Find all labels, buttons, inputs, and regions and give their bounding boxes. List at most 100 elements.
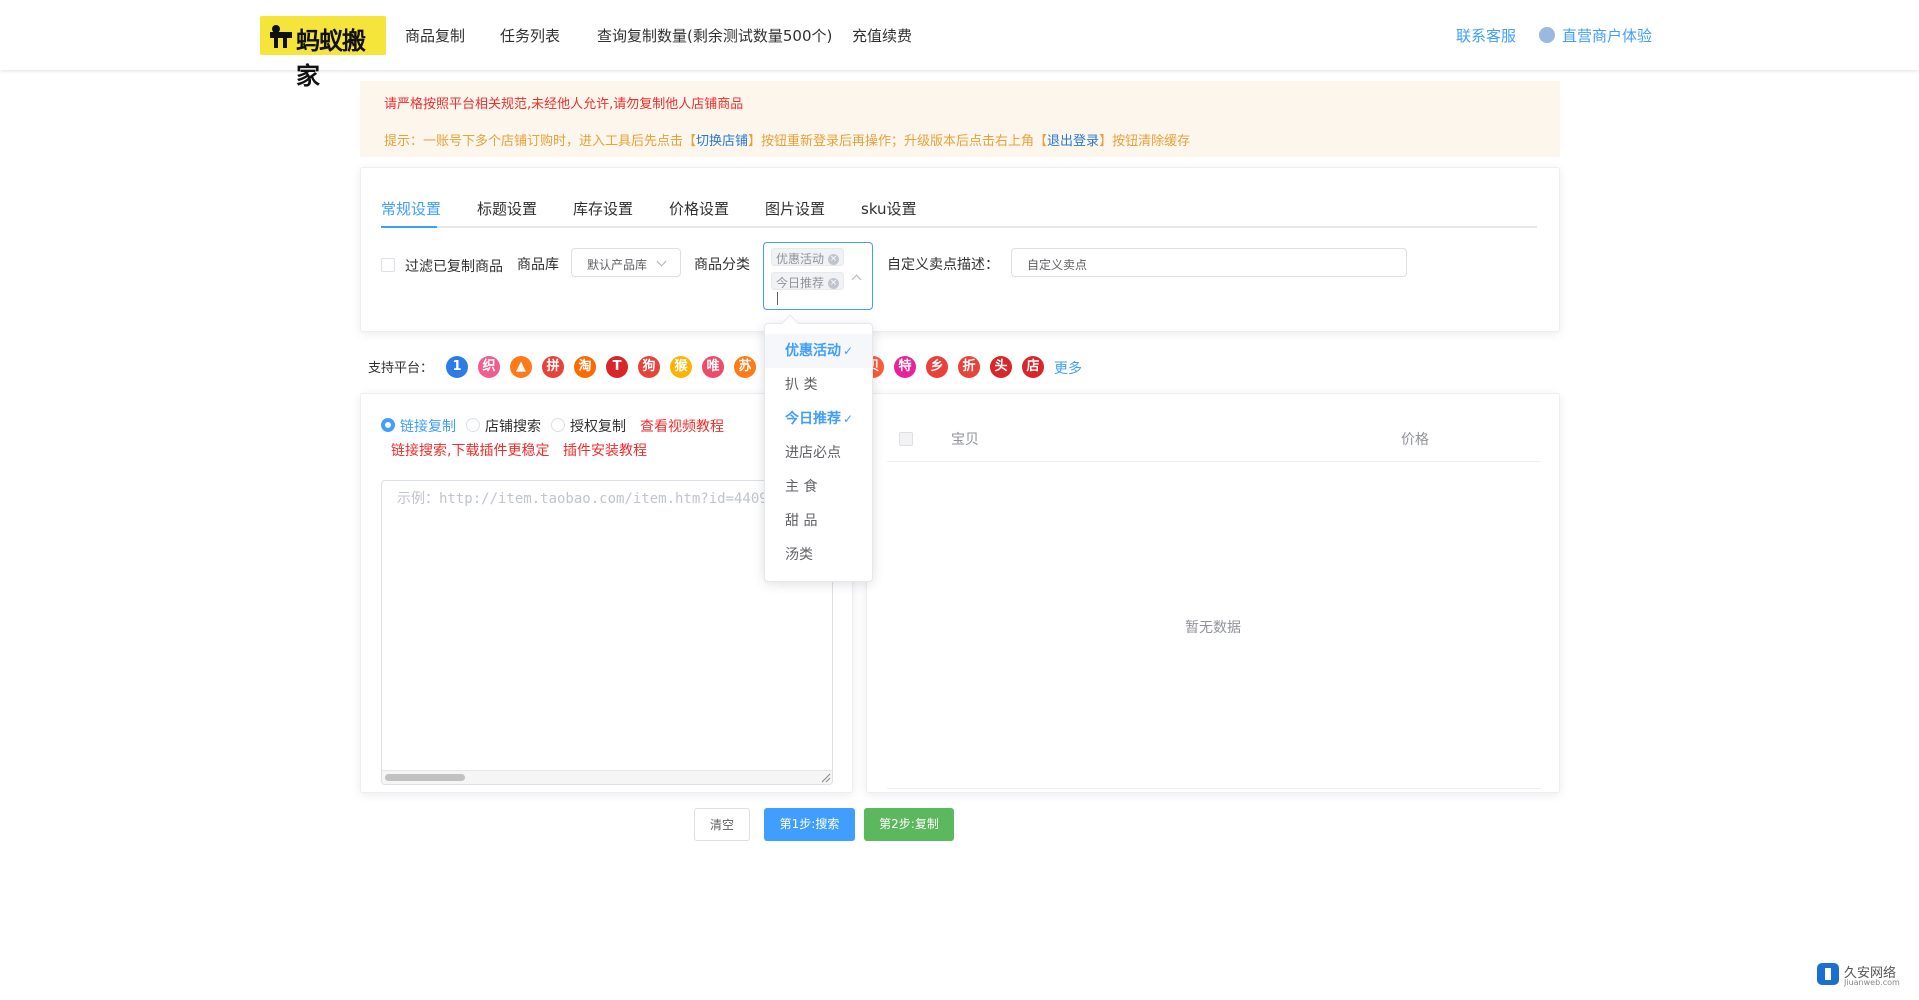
user-name-link[interactable]: 直营商户体验 — [1562, 25, 1652, 46]
dropdown-option[interactable]: 今日推荐 ✓ — [765, 402, 872, 436]
select-all-checkbox[interactable] — [899, 432, 913, 446]
filter-copied-checkbox[interactable] — [381, 258, 395, 272]
search-button[interactable]: 第1步:搜索 — [764, 808, 855, 841]
flame-icon[interactable]: ▲ — [510, 356, 532, 378]
dropdown-option-label: 主 食 — [785, 479, 818, 495]
watermark-url: Jiuanweb.com — [1844, 978, 1900, 987]
watermark-logo-icon — [1817, 963, 1839, 985]
1688-icon[interactable]: 1 — [446, 356, 468, 378]
selling-point-value: 自定义卖点 — [1027, 258, 1088, 272]
platforms-label: 支持平台： — [368, 361, 434, 376]
tmall-icon[interactable]: T — [606, 356, 628, 378]
category-tag: 优惠活动 × — [771, 248, 845, 266]
tab-general[interactable]: 常规设置 — [381, 198, 441, 219]
xiang-icon[interactable]: 乡 — [926, 356, 948, 378]
clear-button[interactable]: 清空 — [694, 808, 750, 841]
dropdown-option[interactable]: 主 食 — [765, 470, 872, 504]
check-icon: ✓ — [843, 344, 854, 358]
selling-point-label: 自定义卖点描述： — [887, 257, 999, 273]
nav-query-count[interactable]: 查询复制数量(剩余测试数量500个) — [597, 25, 832, 46]
tab-image[interactable]: 图片设置 — [765, 198, 825, 219]
dropdown-option[interactable]: 甜 品 — [765, 504, 872, 538]
library-label: 商品库 — [517, 257, 559, 273]
logout-link[interactable]: 退出登录 — [1047, 134, 1099, 149]
category-tag: 今日推荐 × — [771, 272, 845, 290]
settings-tabs: 常规设置 标题设置 库存设置 价格设置 图片设置 sku设置 — [381, 198, 1537, 228]
tag-close-icon[interactable]: × — [828, 278, 840, 289]
suning-icon[interactable]: 苏 — [734, 356, 756, 378]
tab-sku[interactable]: sku设置 — [861, 198, 917, 219]
top-navbar: 蚂蚁搬家 商品复制 任务列表 查询复制数量(剩余测试数量500个) 充值续费 联… — [0, 0, 1919, 90]
dropdown-option[interactable]: 汤类 — [765, 538, 872, 572]
mode-link-copy-radio[interactable] — [381, 418, 395, 432]
tag-close-icon[interactable]: × — [828, 254, 840, 265]
horizontal-scrollbar[interactable] — [382, 770, 832, 784]
dropdown-option[interactable]: 进店必点 — [765, 436, 872, 470]
check-icon: ✓ — [843, 412, 854, 426]
notice-rule-text: 请严格按照平台相关规范,未经他人允许,请勿复制他人店铺商品 — [384, 97, 744, 112]
ant-logo-icon — [270, 25, 292, 48]
nav-copy-goods[interactable]: 商品复制 — [405, 25, 465, 46]
text-cursor — [777, 292, 778, 305]
active-tab-indicator — [381, 226, 437, 228]
taobao-icon[interactable]: 淘 — [574, 356, 596, 378]
dropdown-option-label: 今日推荐 — [785, 411, 841, 427]
zhe-icon[interactable]: 折 — [958, 356, 980, 378]
dropdown-option[interactable]: 扒 类 — [765, 368, 872, 402]
contact-support-link[interactable]: 联系客服 — [1456, 25, 1516, 46]
toutiao-icon[interactable]: 头 — [990, 356, 1012, 378]
tab-stock[interactable]: 库存设置 — [573, 198, 633, 219]
dropdown-option-label: 甜 品 — [785, 513, 818, 529]
library-select[interactable]: 默认产品库 — [571, 248, 681, 277]
more-platforms-link[interactable]: 更多 — [1054, 358, 1082, 378]
chevron-down-icon — [656, 256, 667, 267]
user-avatar-icon[interactable] — [1539, 27, 1555, 43]
chevron-up-icon — [851, 274, 862, 285]
plugin-tip-text: 链接搜索,下载插件更稳定 — [391, 443, 550, 459]
tab-price[interactable]: 价格设置 — [669, 198, 729, 219]
results-panel: 宝贝 价格 暂无数据 — [866, 393, 1560, 793]
dropdown-option-label: 优惠活动 — [785, 343, 841, 359]
category-dropdown: 优惠活动✓扒 类今日推荐✓进店必点主 食甜 品汤类酒 饮 — [764, 323, 873, 582]
zhi-icon[interactable]: 织 — [478, 356, 500, 378]
library-select-value: 默认产品库 — [587, 258, 648, 272]
logo[interactable]: 蚂蚁搬家 — [260, 16, 386, 90]
category-label: 商品分类 — [694, 257, 750, 273]
selling-point-input[interactable]: 自定义卖点 — [1011, 248, 1407, 277]
dropdown-option-label: 扒 类 — [785, 377, 818, 393]
vip-icon[interactable]: 唯 — [702, 356, 724, 378]
empty-state-text: 暂无数据 — [1185, 620, 1241, 636]
video-tutorial-link[interactable]: 查看视频教程 — [640, 416, 724, 436]
resize-handle-icon[interactable] — [821, 773, 831, 783]
mode-link-copy-label[interactable]: 链接复制 — [400, 416, 456, 436]
dropdown-option[interactable]: 酒 饮 — [765, 572, 872, 582]
url-textarea-placeholder: 示例：http://item.taobao.com/item.htm?id=44… — [397, 491, 768, 507]
pinduoduo-icon[interactable]: 拼 — [542, 356, 564, 378]
mode-shop-search-label[interactable]: 店铺搜索 — [485, 416, 541, 436]
nav-task-list[interactable]: 任务列表 — [500, 25, 560, 46]
copy-button[interactable]: 第2步:复制 — [864, 808, 954, 841]
filter-copied-label: 过滤已复制商品 — [405, 259, 503, 275]
scrollbar-thumb[interactable] — [385, 774, 465, 781]
dian-icon[interactable]: 店 — [1022, 356, 1044, 378]
plugin-install-link[interactable]: 插件安装教程 — [563, 440, 647, 460]
category-multiselect[interactable]: 优惠活动 × 今日推荐 × — [763, 242, 873, 310]
dropdown-option-label: 进店必点 — [785, 445, 841, 461]
tab-title[interactable]: 标题设置 — [477, 198, 537, 219]
column-item-header: 宝贝 — [951, 432, 979, 448]
mode-auth-copy-radio[interactable] — [551, 418, 565, 432]
switch-shop-link[interactable]: 切换店铺 — [696, 134, 748, 149]
dropdown-option-label: 酒 饮 — [785, 581, 817, 582]
table-bottom-divider — [887, 788, 1541, 789]
dropdown-option[interactable]: 优惠活动 ✓ — [765, 334, 872, 368]
dropdown-option-label: 汤类 — [785, 547, 813, 563]
notice-banner: 请严格按照平台相关规范,未经他人允许,请勿复制他人店铺商品 提示：一账号下多个店… — [360, 81, 1560, 157]
notice-tip-text: 提示：一账号下多个店铺订购时，进入工具后先点击【切换店铺】按钮重新登录后再操作；… — [384, 134, 1191, 149]
nav-recharge[interactable]: 充值续费 — [852, 25, 912, 46]
mode-shop-search-radio[interactable] — [466, 418, 480, 432]
te-icon[interactable]: 特 — [894, 356, 916, 378]
mode-auth-copy-label[interactable]: 授权复制 — [570, 416, 626, 436]
monkey-icon[interactable]: 猴 — [670, 356, 692, 378]
jd-icon[interactable]: 狗 — [638, 356, 660, 378]
table-header-divider — [887, 461, 1541, 462]
